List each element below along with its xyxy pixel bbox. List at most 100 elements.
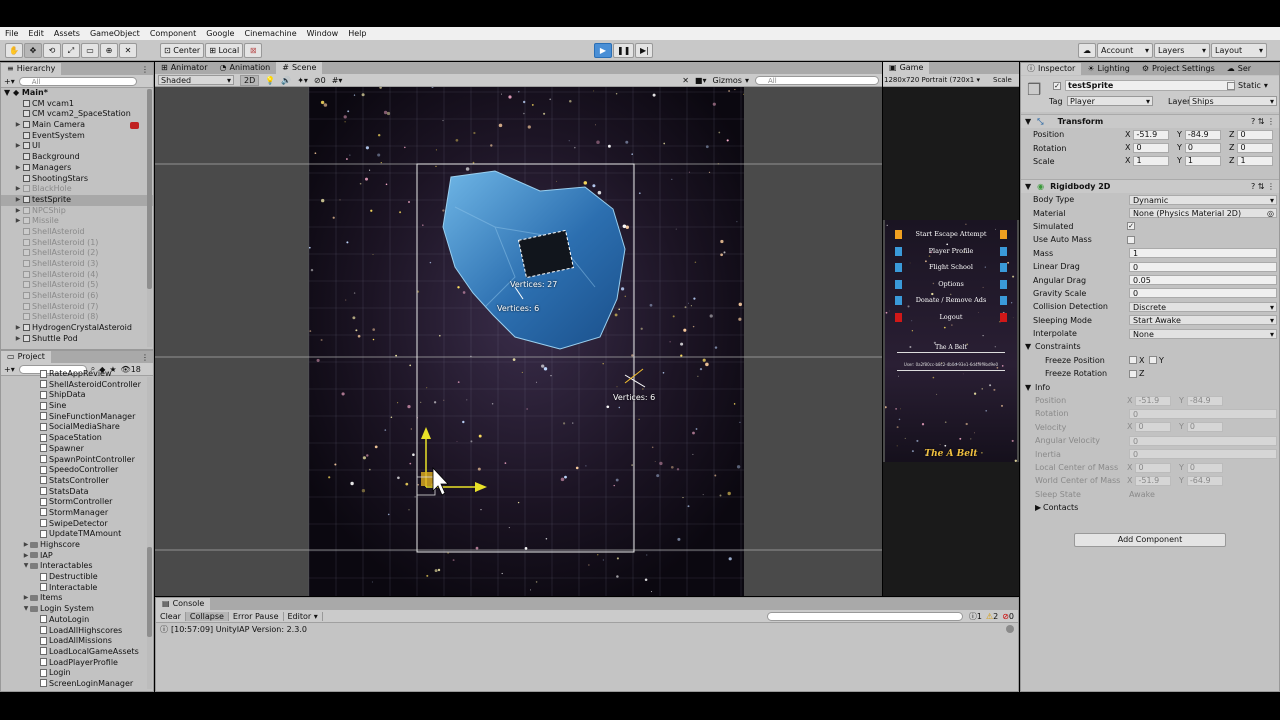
game-menu-button[interactable]: Logout bbox=[885, 309, 1017, 326]
expand-arrow-icon[interactable]: ▶ bbox=[22, 540, 30, 551]
hand-tool-icon[interactable]: ✋ bbox=[5, 43, 23, 58]
expand-arrow-icon[interactable]: ▶ bbox=[14, 323, 22, 334]
tab-game[interactable]: ▣ Game bbox=[883, 62, 930, 74]
lighting-toggle-icon[interactable]: 💡 bbox=[265, 76, 275, 85]
shading-dropdown[interactable]: Shaded ▾ bbox=[158, 75, 234, 85]
project-script[interactable]: AutoLogin bbox=[1, 615, 153, 626]
rigidbody-field[interactable]: 0 bbox=[1129, 288, 1277, 299]
step-button[interactable]: ▶| bbox=[635, 43, 654, 58]
hierarchy-item[interactable]: ShellAsteroid (7) bbox=[1, 302, 153, 313]
hierarchy-item[interactable]: ShellAsteroid (5) bbox=[1, 280, 153, 291]
layers-dropdown[interactable]: Layers ▾ bbox=[1154, 43, 1210, 58]
active-checkbox[interactable]: ✓ bbox=[1053, 82, 1061, 90]
move-gizmo-plane-handle[interactable] bbox=[421, 472, 433, 486]
hierarchy-item[interactable]: ▶ Shuttle Pod bbox=[1, 334, 153, 345]
project-script[interactable]: SpaceStation bbox=[1, 433, 153, 444]
pause-button[interactable]: ❚❚ bbox=[613, 43, 635, 58]
expand-arrow-icon[interactable]: ▶ bbox=[14, 163, 22, 174]
project-script[interactable]: SpeedoController bbox=[1, 465, 153, 476]
expand-arrow-icon[interactable]: ▼ bbox=[22, 604, 30, 615]
rotate-tool-icon[interactable]: ⟲ bbox=[43, 43, 61, 58]
foldout-arrow-icon[interactable]: ▶ bbox=[1035, 503, 1041, 512]
hierarchy-item[interactable]: ▶ Managers bbox=[1, 163, 153, 174]
hierarchy-item[interactable]: Background bbox=[1, 152, 153, 163]
project-script[interactable]: StatsController bbox=[1, 476, 153, 487]
expand-arrow-icon[interactable]: ▶ bbox=[14, 216, 22, 227]
component-menu-icons[interactable]: ? ⇅ ⋮ bbox=[1251, 117, 1275, 126]
freeze-rotation-z-checkbox[interactable] bbox=[1129, 369, 1137, 378]
foldout-arrow-icon[interactable]: ▼ bbox=[1025, 383, 1031, 392]
console-log-row[interactable]: ⓘ [10:57:09] UnityIAP Version: 2.3.0 bbox=[156, 623, 1018, 635]
object-picker-icon[interactable]: ◎ bbox=[1267, 209, 1274, 218]
rigidbody-checkbox[interactable] bbox=[1127, 235, 1135, 244]
info-foldout[interactable]: ▼ Info bbox=[1021, 380, 1279, 393]
visibility-icon[interactable]: ⊘0 bbox=[314, 76, 326, 85]
project-script[interactable]: LoadAllMissions bbox=[1, 636, 153, 647]
project-folder[interactable]: ▶ Highscore bbox=[1, 540, 153, 551]
static-toggle[interactable]: Static ▾ bbox=[1227, 81, 1268, 90]
error-count[interactable]: ⊘0 bbox=[1000, 612, 1018, 621]
resolution-dropdown[interactable]: 1280x720 Portrait (720x1 ▾ bbox=[884, 76, 990, 84]
hierarchy-item[interactable]: ShellAsteroid (6) bbox=[1, 291, 153, 302]
expand-arrow-icon[interactable]: ▶ bbox=[14, 195, 22, 206]
tag-dropdown[interactable]: Player ▾ bbox=[1067, 96, 1153, 106]
hierarchy-item[interactable]: ShellAsteroid (4) bbox=[1, 270, 153, 281]
project-script[interactable]: StormManager bbox=[1, 508, 153, 519]
transform-scale-x-field[interactable]: X1 bbox=[1125, 156, 1170, 167]
gizmos-dropdown[interactable]: Gizmos ▾ bbox=[713, 76, 750, 85]
expand-arrow-icon[interactable]: ▼ bbox=[22, 561, 30, 572]
transform-position-z-field[interactable]: Z0 bbox=[1229, 129, 1274, 140]
hierarchy-item[interactable]: ▶ NPCShip bbox=[1, 206, 153, 217]
project-script[interactable]: Spawner bbox=[1, 444, 153, 455]
project-scrollbar[interactable] bbox=[147, 377, 152, 689]
foldout-arrow-icon[interactable]: ▼ bbox=[1025, 117, 1031, 126]
project-folder[interactable]: ▼ Interactables bbox=[1, 561, 153, 572]
constraints-foldout[interactable]: ▼ Constraints bbox=[1021, 340, 1279, 353]
expand-arrow-icon[interactable]: ▶ bbox=[22, 551, 30, 562]
object-name-field[interactable]: testSprite bbox=[1065, 80, 1235, 91]
rigidbody-dropdown[interactable]: Dynamic ▾ bbox=[1129, 194, 1277, 205]
hierarchy-item[interactable]: ▶ BlackHole bbox=[1, 184, 153, 195]
scene-root-row[interactable]: ▼ ◆ Main* bbox=[1, 88, 153, 99]
scale-slider-label[interactable]: Scale bbox=[993, 76, 1012, 84]
expand-arrow-icon[interactable]: ▼ bbox=[4, 88, 10, 97]
warning-count[interactable]: ⚠2 bbox=[984, 612, 1000, 621]
game-menu-button[interactable]: Flight School bbox=[885, 259, 1017, 276]
freeze-position-y-checkbox[interactable] bbox=[1149, 356, 1157, 365]
rigidbody-dropdown[interactable]: None ▾ bbox=[1129, 328, 1277, 339]
tab-hierarchy[interactable]: ≡ Hierarchy bbox=[1, 63, 62, 75]
project-script[interactable]: LoadAllHighscores bbox=[1, 626, 153, 637]
hierarchy-item[interactable]: ShootingStars bbox=[1, 174, 153, 185]
info-count[interactable]: ⓘ1 bbox=[967, 611, 984, 622]
audio-toggle-icon[interactable]: 🔊 bbox=[281, 76, 291, 85]
project-script[interactable]: Sine bbox=[1, 401, 153, 412]
expand-arrow-icon[interactable]: ▶ bbox=[14, 141, 22, 152]
hierarchy-item[interactable]: ▶ HydrogenCrystalAsteroid bbox=[1, 323, 153, 334]
menu-item-assets[interactable]: Assets bbox=[49, 27, 85, 40]
custom-tool-icon[interactable]: ✕ bbox=[119, 43, 137, 58]
transform-header[interactable]: ▼ ⤡ Transform ? ⇅ ⋮ bbox=[1021, 114, 1279, 128]
hierarchy-item[interactable]: ▶ Main Camera bbox=[1, 120, 153, 131]
transform-position-y-field[interactable]: Y -84.9 bbox=[1177, 129, 1221, 140]
pivot-center-button[interactable]: ⊡ Center bbox=[160, 43, 205, 58]
game-menu-button[interactable]: Options bbox=[885, 276, 1017, 293]
add-component-button[interactable]: Add Component bbox=[1074, 533, 1226, 547]
transform-position-x-field[interactable]: X -51.9 bbox=[1125, 129, 1170, 140]
grid-dropdown-icon[interactable]: #▾ bbox=[332, 76, 343, 85]
project-script[interactable]: SpawnPointController bbox=[1, 455, 153, 466]
collapse-button[interactable]: Collapse bbox=[185, 611, 229, 621]
effects-dropdown-icon[interactable]: ✦▾ bbox=[297, 76, 308, 85]
project-scroll-thumb[interactable] bbox=[147, 547, 152, 637]
project-script[interactable]: ScreenLoginManager bbox=[1, 679, 153, 690]
clear-button[interactable]: Clear bbox=[156, 611, 186, 621]
component-menu-icons[interactable]: ? ⇅ ⋮ bbox=[1251, 182, 1275, 191]
project-script[interactable]: SocialMediaShare bbox=[1, 422, 153, 433]
collab-cloud-icon[interactable]: ☁ bbox=[1078, 43, 1096, 58]
freeze-position-x-checkbox[interactable] bbox=[1129, 356, 1137, 365]
project-script[interactable]: Login bbox=[1, 668, 153, 679]
rigidbody-field[interactable]: 0.05 bbox=[1129, 275, 1277, 286]
hierarchy-item[interactable]: ▶ UI bbox=[1, 141, 153, 152]
editor-dropdown[interactable]: Editor ▾ bbox=[284, 611, 323, 621]
panel-menu-icon[interactable]: ⋮ bbox=[141, 353, 153, 362]
expand-arrow-icon[interactable]: ▶ bbox=[14, 334, 22, 345]
